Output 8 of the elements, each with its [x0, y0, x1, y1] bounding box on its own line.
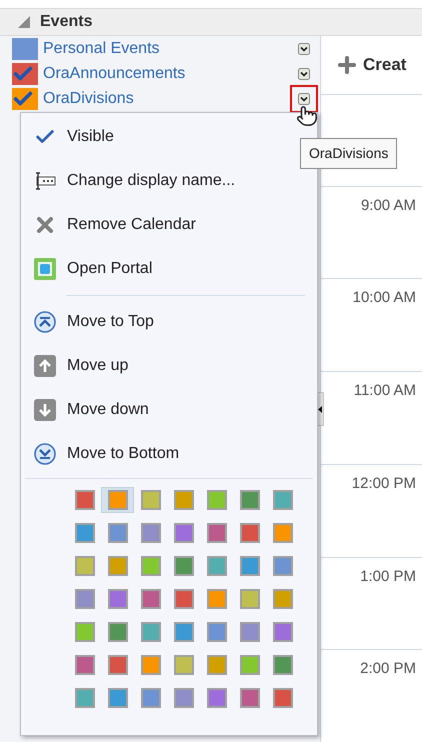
time-label: 11:00 AM [354, 381, 416, 402]
time-label: 10:00 AM [352, 288, 416, 308]
time-label: 1:00 PM [360, 566, 416, 587]
time-label: 9:00 AM [360, 196, 416, 216]
tooltip: OraDivisions [300, 138, 398, 169]
time-label: 12:00 PM [352, 474, 416, 494]
panel-title: Events [40, 12, 92, 32]
time-label: 2:00 PM [360, 659, 416, 680]
